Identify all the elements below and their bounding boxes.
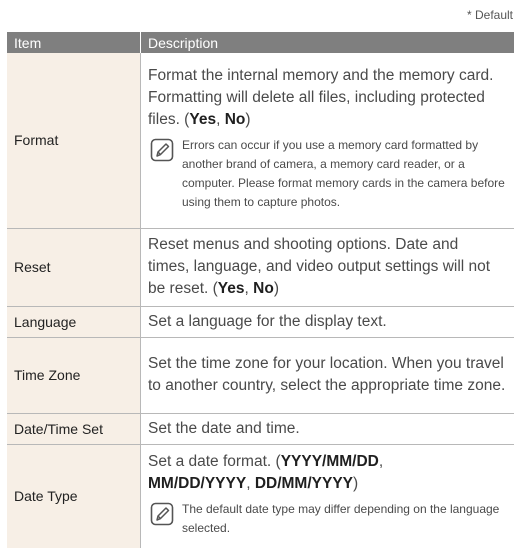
- table-header-row: Item Description: [7, 32, 514, 53]
- description-line: times, language, and video output settin…: [148, 258, 491, 275]
- note-pencil-icon: [150, 502, 174, 526]
- option-yes: Yes: [189, 111, 217, 129]
- item-label: Format: [7, 53, 141, 229]
- date-format-dmy: DD/MM/YYYY: [254, 475, 353, 493]
- item-label: Time Zone: [7, 337, 141, 414]
- table-row-date-type: Date Type Set a date format. (YYYY/MM/DD…: [7, 444, 514, 548]
- date-format-mdy: MM/DD/YYYY: [148, 475, 247, 493]
- description-line: Formatting will delete all files, includ…: [148, 89, 485, 107]
- date-format-ymd: YYYY/MM/DD: [280, 453, 379, 471]
- item-description: Set the date and time.: [140, 413, 514, 445]
- note-text: The default date type may differ dependi…: [182, 502, 500, 536]
- item-label: Reset: [7, 228, 141, 307]
- description-line: Reset menus and shooting options. Date a…: [148, 236, 459, 253]
- description-text: files. (: [148, 111, 190, 129]
- description-text: ): [353, 475, 359, 493]
- separator: ,: [246, 475, 255, 493]
- description-text: ): [245, 111, 251, 129]
- item-description: Set the time zone for your location. Whe…: [140, 337, 514, 414]
- description-text: be reset. (: [148, 280, 218, 297]
- table-row-date-time-set: Date/Time Set Set the date and time.: [7, 413, 514, 445]
- item-description: Set a date format. (YYYY/MM/DD, MM/DD/YY…: [140, 444, 514, 548]
- separator: ,: [378, 453, 384, 471]
- column-header-description: Description: [140, 32, 514, 53]
- note-pencil-icon: [150, 138, 174, 162]
- note-text: Errors can occur if you use a memory car…: [182, 138, 505, 210]
- item-label: Language: [7, 306, 141, 338]
- option-no: No: [253, 280, 274, 297]
- table-row-format: Format Format the internal memory and th…: [7, 53, 514, 229]
- description-text: Set a date format. (: [148, 453, 281, 471]
- table-row-language: Language Set a language for the display …: [7, 306, 514, 338]
- item-description: Format the internal memory and the memor…: [140, 53, 514, 229]
- item-description: Set a language for the display text.: [140, 306, 514, 338]
- note-box: Errors can occur if you use a memory car…: [148, 136, 508, 212]
- description-line: Format the internal memory and the memor…: [148, 67, 494, 85]
- option-yes: Yes: [217, 280, 245, 297]
- item-label: Date Type: [7, 444, 141, 548]
- default-legend: * Default: [466, 8, 513, 22]
- separator: ,: [216, 111, 225, 129]
- item-label: Date/Time Set: [7, 413, 141, 445]
- description-text: ): [273, 280, 279, 297]
- table-row-reset: Reset Reset menus and shooting options. …: [7, 228, 514, 307]
- item-description: Reset menus and shooting options. Date a…: [140, 228, 514, 307]
- note-box: The default date type may differ dependi…: [148, 500, 508, 538]
- option-no: No: [224, 111, 246, 129]
- separator: ,: [244, 280, 254, 297]
- table-row-time-zone: Time Zone Set the time zone for your loc…: [7, 337, 514, 414]
- description-line: files. (Yes, No): [148, 109, 508, 131]
- column-header-item: Item: [7, 32, 141, 53]
- description-line: be reset. (Yes, No): [148, 278, 508, 300]
- settings-table: Item Description Format Format the inter…: [7, 32, 514, 548]
